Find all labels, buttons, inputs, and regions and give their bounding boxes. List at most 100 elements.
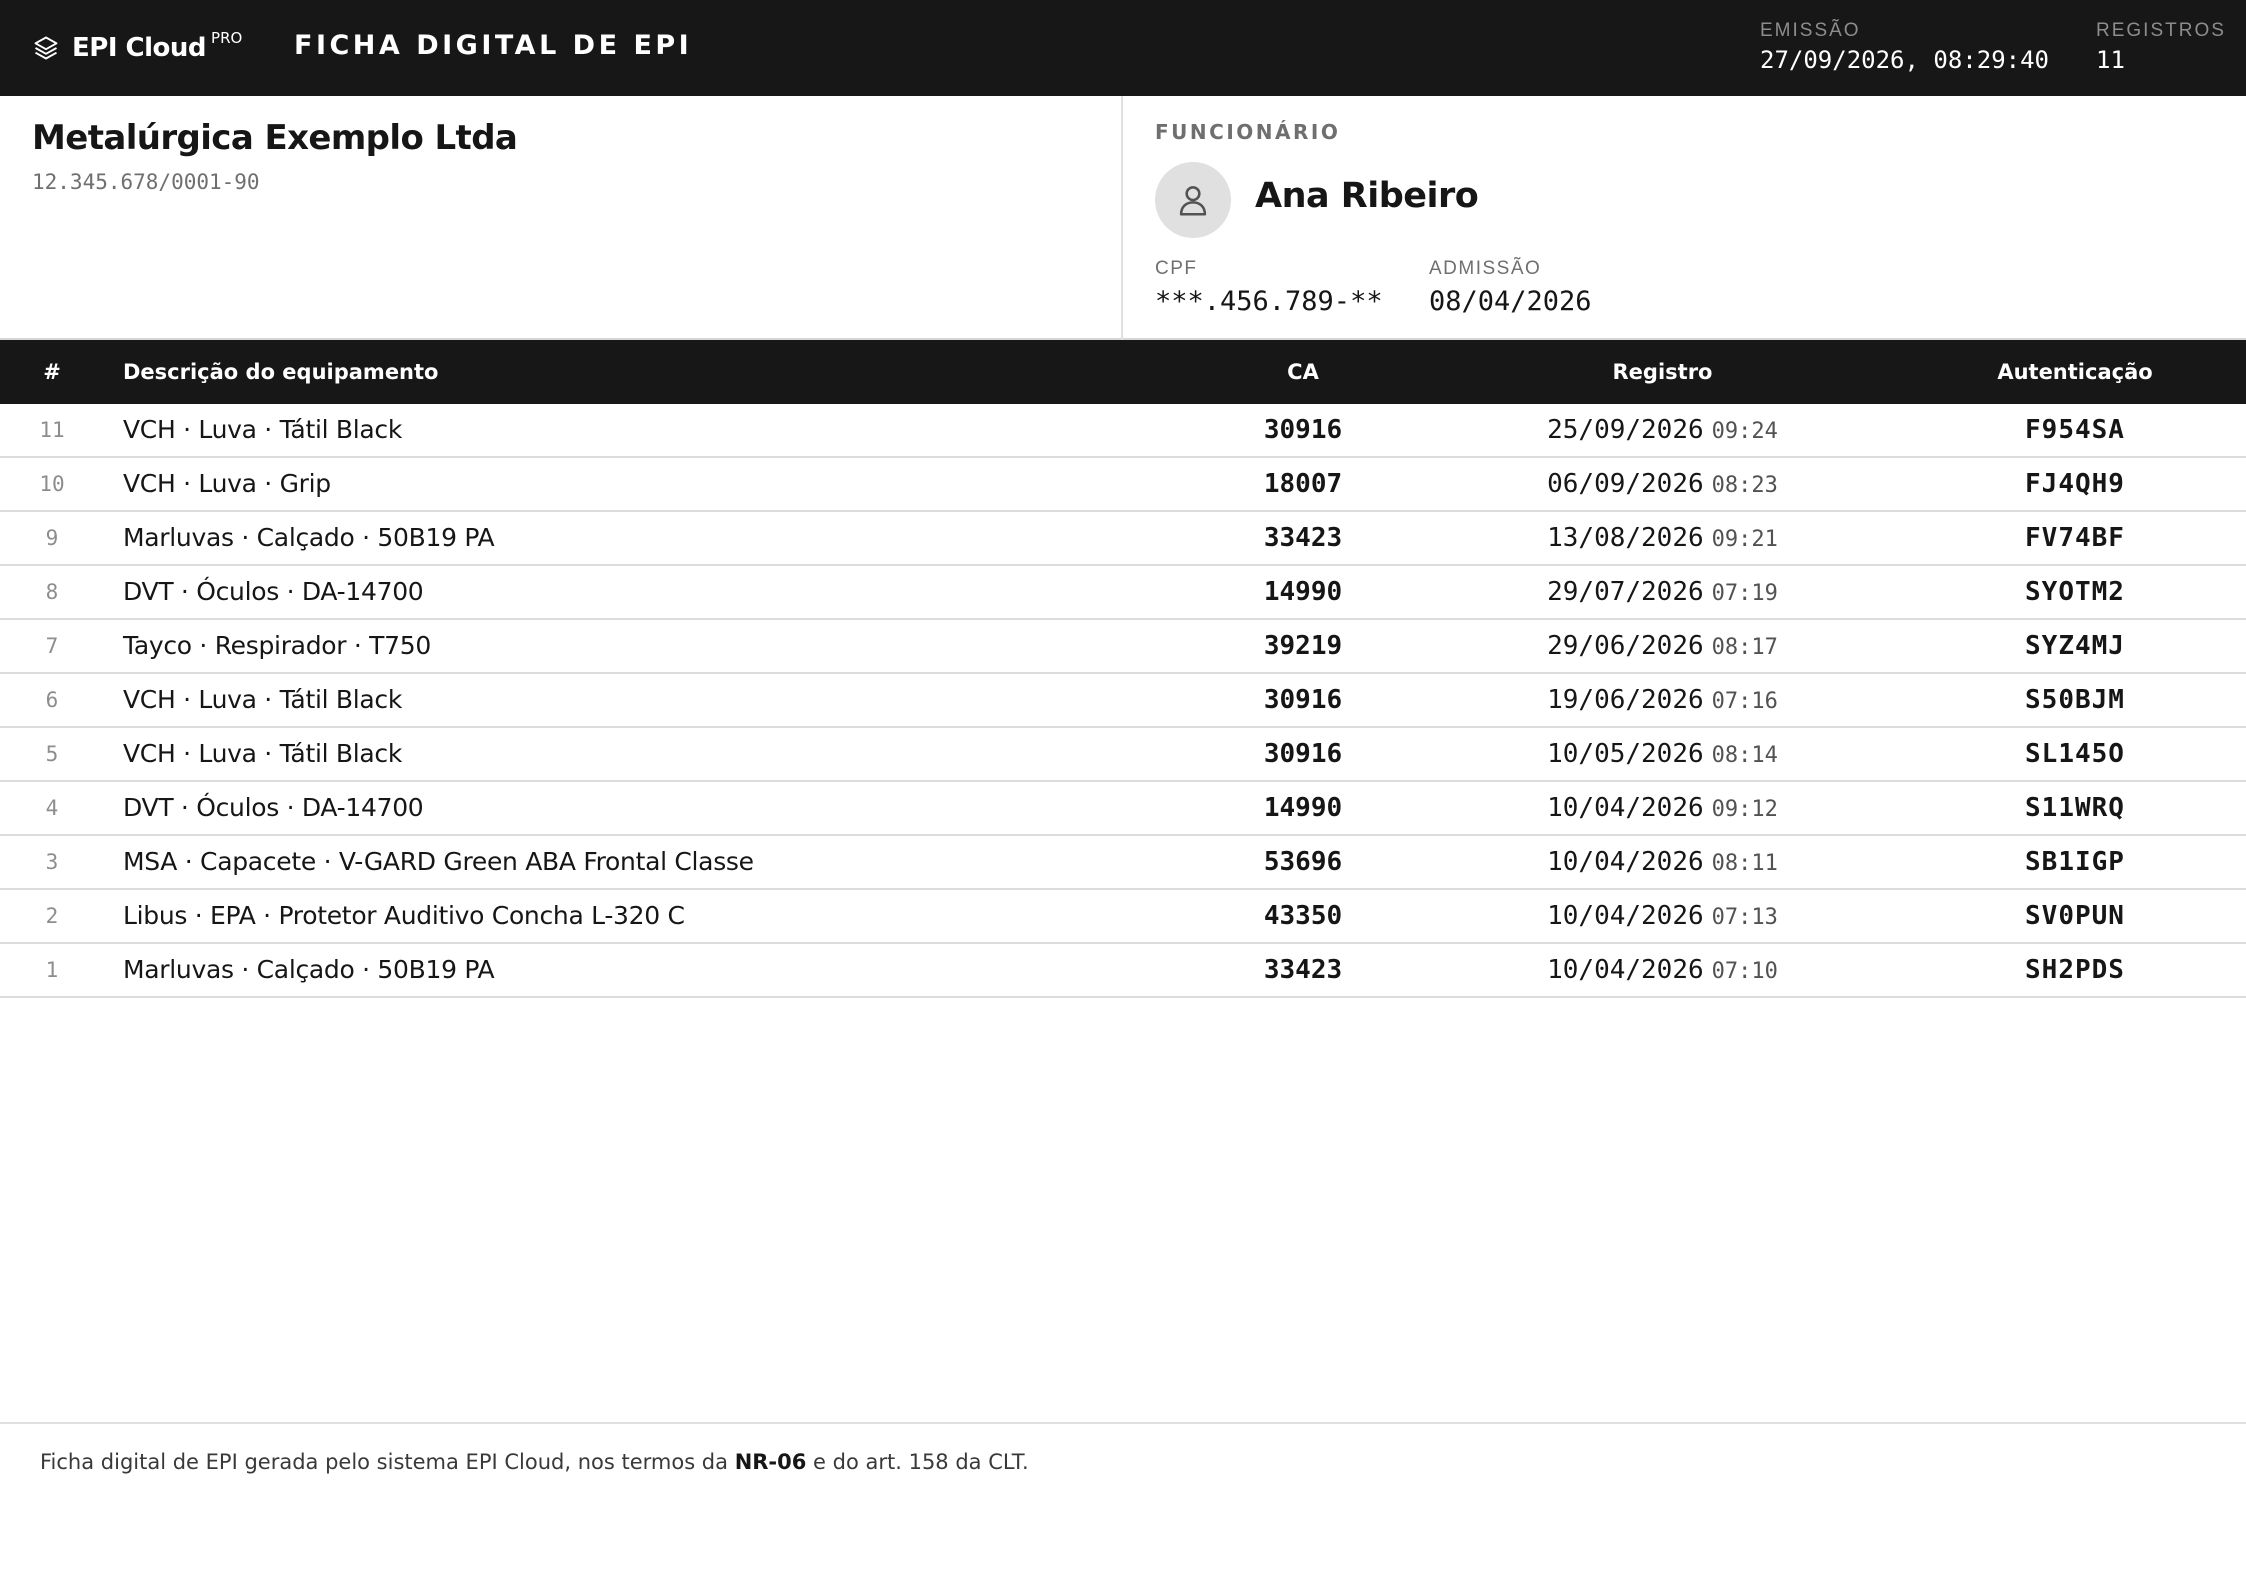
registro-time: 09:12 — [1711, 797, 1778, 822]
footer-note: Ficha digital de EPI gerada pelo sistema… — [40, 1450, 1029, 1474]
table-row: 4 DVT · Óculos · DA-14700 14990 10/04/2026 0… — [0, 782, 2246, 836]
emissao-label: EMISSÃO — [1760, 20, 1861, 41]
document-title: FICHA DIGITAL DE EPI — [294, 30, 693, 61]
registro-date: 10/04/2026 — [1547, 847, 1704, 877]
row-number: 8 — [45, 580, 59, 604]
ca-number: 39219 — [1263, 631, 1343, 661]
top-bar: EPI Cloud PRO FICHA DIGITAL DE EPI EMISS… — [0, 0, 2246, 96]
registro-datetime: 10/04/2026 09:12 — [1460, 782, 1865, 834]
footer: Ficha digital de EPI gerada pelo sistema… — [0, 1422, 2246, 1588]
auth-code: S50BJM — [2025, 685, 2125, 715]
ca-number: 33423 — [1263, 955, 1343, 985]
registro-date: 10/05/2026 — [1547, 739, 1704, 769]
row-number: 4 — [45, 796, 59, 820]
registro-time: 08:23 — [1711, 473, 1778, 498]
registro-time: 07:10 — [1711, 959, 1778, 984]
registro-datetime: 10/04/2026 08:11 — [1460, 836, 1865, 888]
column-header-description: Descrição do equipamento — [123, 360, 439, 384]
emissao-value: 27/09/2026, 08:29:40 — [1760, 46, 2049, 74]
equipment-description: VCH · Luva · Tátil Black — [123, 415, 403, 444]
brand: EPI Cloud PRO — [32, 28, 242, 68]
equipment-description: Libus · EPA · Protetor Auditivo Concha L… — [123, 901, 685, 930]
column-header-registro: Registro — [1612, 360, 1713, 384]
column-header-autenticacao: Autenticação — [1997, 360, 2153, 384]
avatar — [1155, 162, 1231, 238]
registro-time: 09:24 — [1711, 419, 1778, 444]
row-number: 5 — [45, 742, 59, 766]
epi-table: # Descrição do equipamento CA Registro A… — [0, 340, 2246, 998]
table-row: 1 Marluvas · Calçado · 50B19 PA 33423 10/04… — [0, 944, 2246, 998]
registro-date: 13/08/2026 — [1547, 523, 1704, 553]
table-body: 11 VCH · Luva · Tátil Black 30916 25/09/202… — [0, 404, 2246, 998]
registro-date: 19/06/2026 — [1547, 685, 1704, 715]
registro-datetime: 10/04/2026 07:10 — [1460, 944, 1865, 996]
registro-datetime: 13/08/2026 09:21 — [1460, 512, 1865, 564]
emissao-meta: EMISSÃO 27/09/2026, 08:29:40 — [1760, 20, 2049, 74]
registro-datetime: 19/06/2026 07:16 — [1460, 674, 1865, 726]
column-header-num: # — [43, 360, 61, 384]
ca-number: 14990 — [1263, 577, 1343, 607]
cpf-field: CPF ***.456.789-** — [1155, 258, 1383, 317]
auth-code: SYZ4MJ — [2025, 631, 2125, 661]
registros-label: REGISTROS — [2096, 20, 2226, 41]
footer-text-bold: NR-06 — [734, 1450, 807, 1474]
registro-time: 08:17 — [1711, 635, 1778, 660]
cpf-label: CPF — [1155, 258, 1198, 279]
auth-code: SH2PDS — [2025, 955, 2125, 985]
registro-time: 08:14 — [1711, 743, 1778, 768]
registro-time: 08:11 — [1711, 851, 1778, 876]
ca-number: 43350 — [1263, 901, 1343, 931]
row-number: 9 — [45, 526, 59, 550]
table-row: 3 MSA · Capacete · V-GARD Green ABA Front… — [0, 836, 2246, 890]
equipment-description: DVT · Óculos · DA-14700 — [123, 793, 424, 822]
equipment-description: Marluvas · Calçado · 50B19 PA — [123, 523, 495, 552]
table-row: 9 Marluvas · Calçado · 50B19 PA 33423 13/08… — [0, 512, 2246, 566]
brand-badge: PRO — [211, 29, 243, 47]
equipment-description: Marluvas · Calçado · 50B19 PA — [123, 955, 495, 984]
row-number: 6 — [45, 688, 59, 712]
registro-date: 06/09/2026 — [1547, 469, 1704, 499]
registro-datetime: 10/04/2026 07:13 — [1460, 890, 1865, 942]
row-number: 1 — [45, 958, 59, 982]
registro-datetime: 29/06/2026 08:17 — [1460, 620, 1865, 672]
row-number: 3 — [45, 850, 59, 874]
ca-number: 30916 — [1263, 415, 1343, 445]
company-name: Metalúrgica Exemplo Ltda — [32, 118, 518, 158]
brand-name: EPI Cloud — [72, 33, 207, 63]
registros-meta: REGISTROS 11 — [2096, 20, 2226, 74]
table-row: 8 DVT · Óculos · DA-14700 14990 29/07/2026 0… — [0, 566, 2246, 620]
registro-date: 10/04/2026 — [1547, 793, 1704, 823]
user-icon — [1179, 186, 1207, 216]
ca-number: 53696 — [1263, 847, 1343, 877]
table-row: 2 Libus · EPA · Protetor Auditivo Concha … — [0, 890, 2246, 944]
auth-code: SYOTM2 — [2025, 577, 2125, 607]
table-row: 10 VCH · Luva · Grip 18007 06/09/2026 08:23 F… — [0, 458, 2246, 512]
equipment-description: Tayco · Respirador · T750 — [123, 631, 431, 660]
registro-datetime: 06/09/2026 08:23 — [1460, 458, 1865, 510]
registros-value: 11 — [2096, 46, 2125, 74]
row-number: 2 — [45, 904, 59, 928]
admissao-field: ADMISSÃO 08/04/2026 — [1429, 258, 1592, 317]
auth-code: SB1IGP — [2025, 847, 2125, 877]
footer-text-before: Ficha digital de EPI gerada pelo sistema… — [40, 1450, 735, 1474]
ca-number: 14990 — [1263, 793, 1343, 823]
table-row: 7 Tayco · Respirador · T750 39219 29/06/202… — [0, 620, 2246, 674]
registro-date: 29/07/2026 — [1547, 577, 1704, 607]
equipment-description: VCH · Luva · Grip — [123, 469, 331, 498]
row-number: 10 — [39, 472, 65, 496]
info-section: Metalúrgica Exemplo Ltda 12.345.678/0001… — [0, 96, 2246, 340]
company-panel: Metalúrgica Exemplo Ltda 12.345.678/0001… — [0, 96, 1123, 340]
ca-number: 30916 — [1263, 685, 1343, 715]
registro-time: 09:21 — [1711, 527, 1778, 552]
registro-datetime: 29/07/2026 07:19 — [1460, 566, 1865, 618]
table-row: 6 VCH · Luva · Tátil Black 30916 19/06/2026… — [0, 674, 2246, 728]
layers-icon — [34, 36, 58, 60]
table-header: # Descrição do equipamento CA Registro A… — [0, 340, 2246, 404]
ca-number: 30916 — [1263, 739, 1343, 769]
registro-time: 07:13 — [1711, 905, 1778, 930]
registro-datetime: 25/09/2026 09:24 — [1460, 404, 1865, 456]
cpf-value: ***.456.789-** — [1155, 286, 1383, 317]
equipment-description: VCH · Luva · Tátil Black — [123, 685, 403, 714]
auth-code: FV74BF — [2025, 523, 2125, 553]
auth-code: SL145O — [2025, 739, 2125, 769]
